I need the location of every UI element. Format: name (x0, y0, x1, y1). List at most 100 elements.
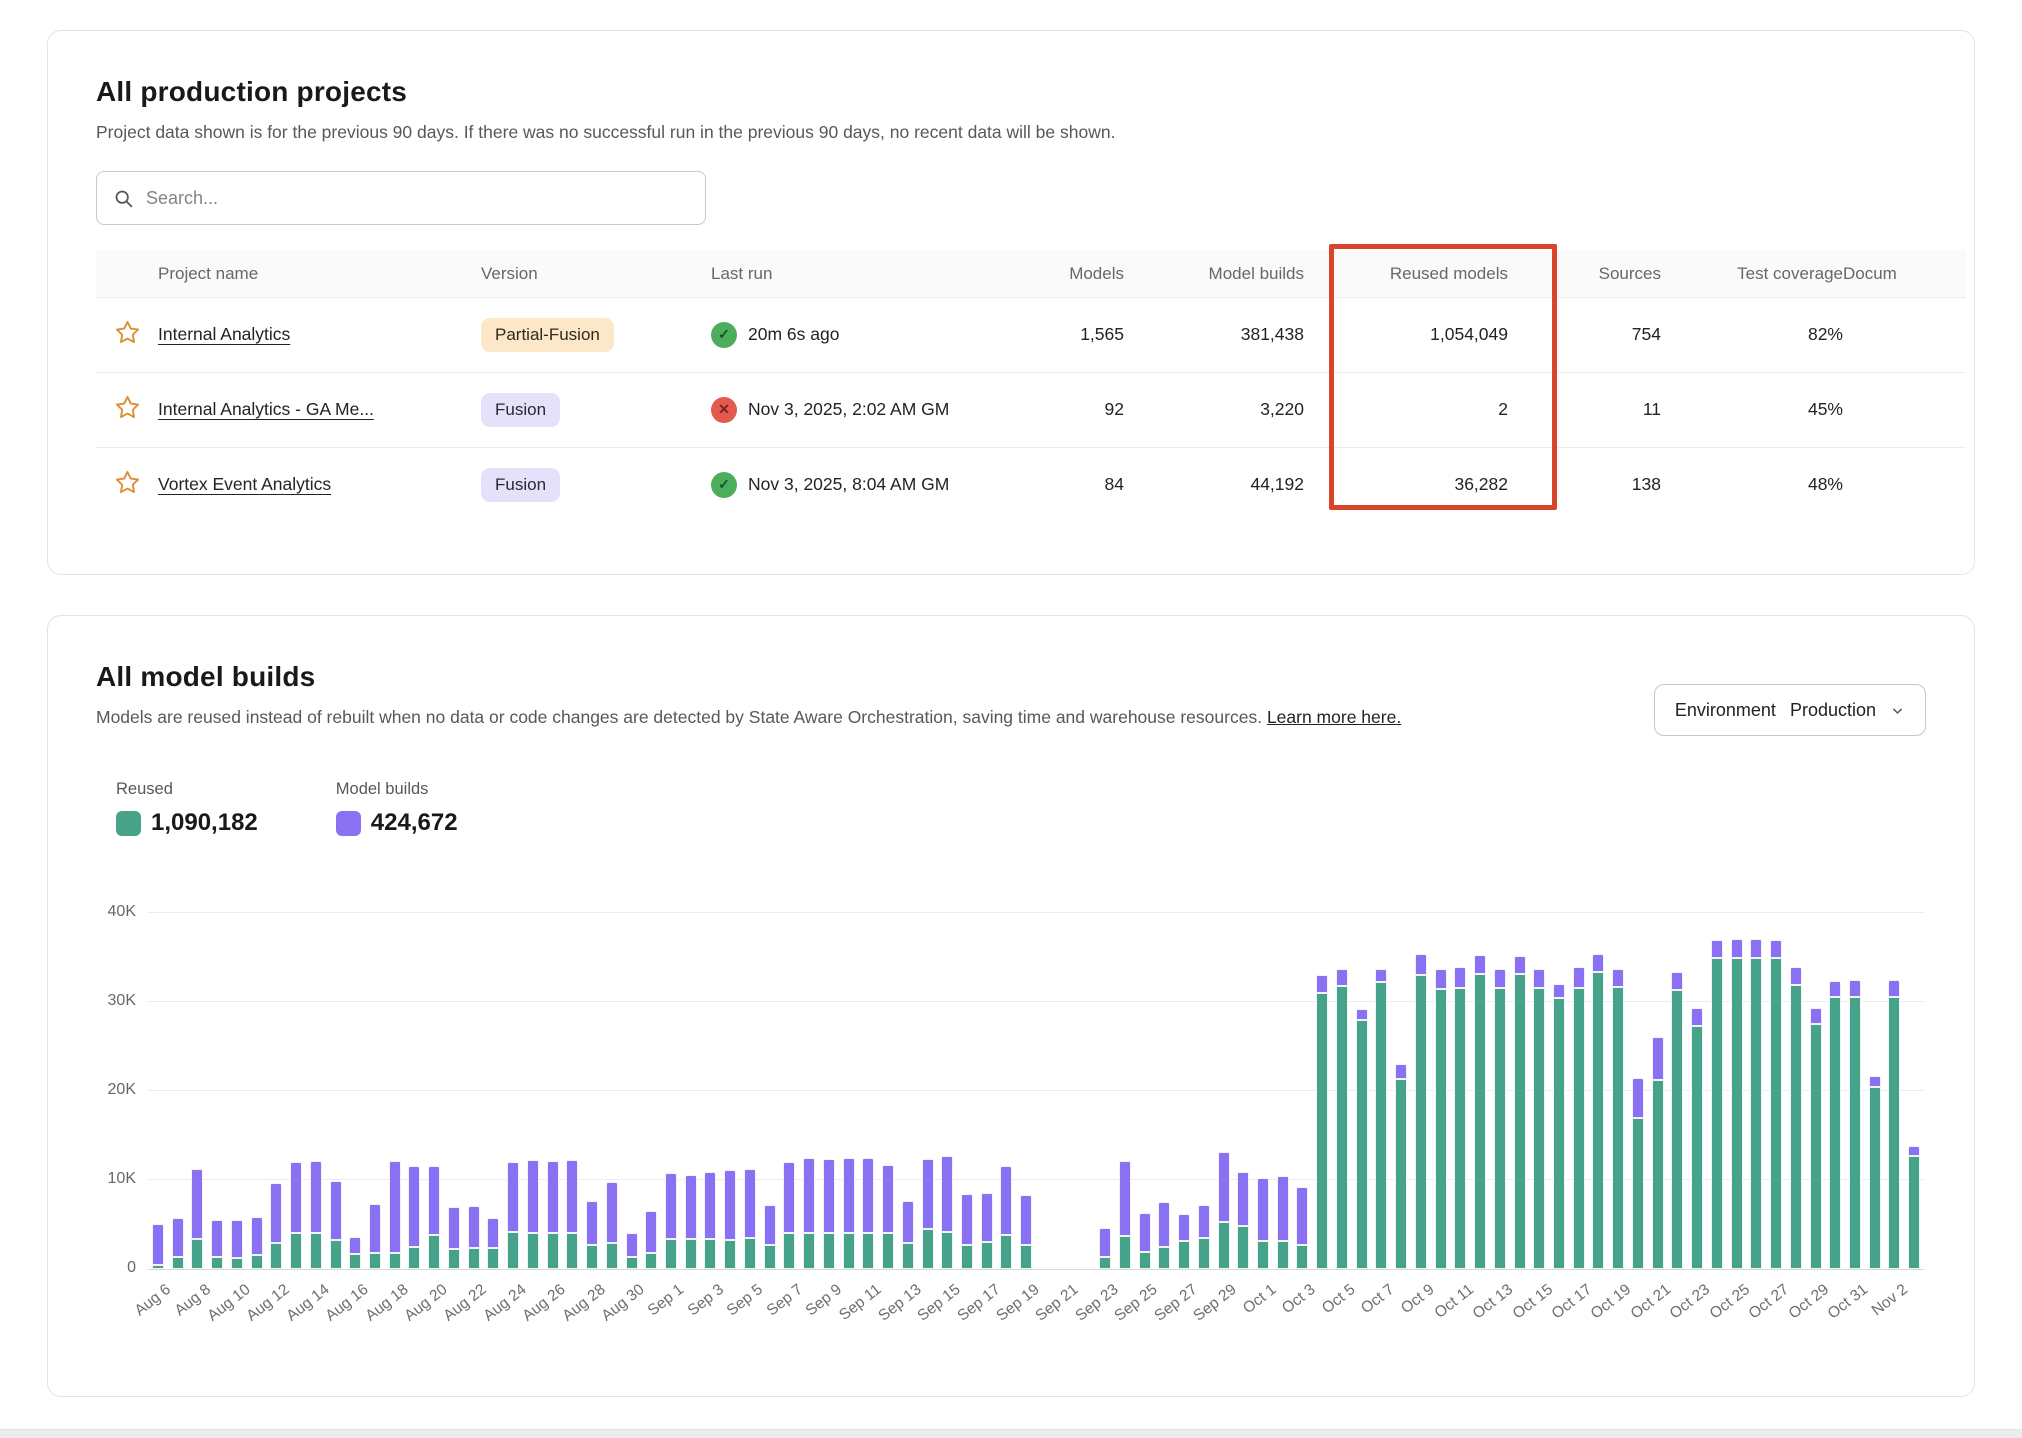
reused-bar-segment[interactable] (1790, 985, 1802, 1269)
reused-bar-segment[interactable] (1178, 1241, 1190, 1270)
model-builds-bar-segment[interactable] (1020, 1195, 1032, 1245)
model-builds-bar-segment[interactable] (1435, 969, 1447, 989)
reused-bar-segment[interactable] (882, 1233, 894, 1269)
model-builds-bar-segment[interactable] (783, 1162, 795, 1232)
model-builds-bar-segment[interactable] (606, 1182, 618, 1243)
model-builds-bar-segment[interactable] (1612, 969, 1624, 987)
reused-bar-segment[interactable] (1514, 974, 1526, 1269)
model-builds-bar-segment[interactable] (1573, 967, 1585, 988)
model-builds-bar-segment[interactable] (468, 1206, 480, 1248)
model-builds-bar-segment[interactable] (1592, 954, 1604, 972)
model-builds-bar-segment[interactable] (1474, 955, 1486, 975)
reused-bar-segment[interactable] (1494, 988, 1506, 1269)
environment-select[interactable]: Environment Production (1654, 684, 1926, 736)
reused-bar-segment[interactable] (428, 1235, 440, 1269)
project-name-link[interactable]: Internal Analytics (158, 324, 290, 344)
model-builds-bar-segment[interactable] (1119, 1161, 1131, 1236)
model-builds-bar-segment[interactable] (645, 1211, 657, 1253)
model-builds-bar-segment[interactable] (1000, 1166, 1012, 1235)
model-builds-bar-segment[interactable] (1869, 1076, 1881, 1087)
reused-bar-segment[interactable] (1020, 1245, 1032, 1269)
reused-bar-segment[interactable] (1553, 998, 1565, 1269)
model-builds-bar-segment[interactable] (349, 1237, 361, 1254)
reused-bar-segment[interactable] (1573, 988, 1585, 1269)
reused-bar-segment[interactable] (1750, 958, 1762, 1270)
model-builds-bar-segment[interactable] (1277, 1176, 1289, 1240)
model-builds-bar-segment[interactable] (1296, 1187, 1308, 1245)
model-builds-bar-segment[interactable] (172, 1218, 184, 1256)
model-builds-bar-segment[interactable] (547, 1161, 559, 1233)
reused-bar-segment[interactable] (922, 1229, 934, 1269)
favorite-star-icon[interactable] (114, 469, 141, 496)
reused-bar-segment[interactable] (468, 1248, 480, 1269)
reused-bar-segment[interactable] (172, 1257, 184, 1270)
reused-bar-segment[interactable] (1356, 1020, 1368, 1269)
reused-bar-segment[interactable] (389, 1253, 401, 1269)
model-builds-bar-segment[interactable] (1099, 1228, 1111, 1257)
reused-bar-segment[interactable] (448, 1249, 460, 1269)
reused-bar-segment[interactable] (1158, 1247, 1170, 1269)
model-builds-bar-segment[interactable] (1829, 981, 1841, 997)
model-builds-bar-segment[interactable] (1356, 1009, 1368, 1020)
model-builds-bar-segment[interactable] (507, 1162, 519, 1231)
model-builds-bar-segment[interactable] (1632, 1078, 1644, 1118)
reused-bar-segment[interactable] (961, 1245, 973, 1269)
model-builds-bar-segment[interactable] (1770, 940, 1782, 958)
model-builds-bar-segment[interactable] (1257, 1178, 1269, 1240)
reused-bar-segment[interactable] (369, 1253, 381, 1269)
model-builds-bar-segment[interactable] (231, 1220, 243, 1258)
reused-bar-segment[interactable] (645, 1253, 657, 1269)
reused-bar-segment[interactable] (626, 1257, 638, 1270)
model-builds-bar-segment[interactable] (1454, 967, 1466, 988)
model-builds-bar-segment[interactable] (389, 1161, 401, 1253)
model-builds-bar-segment[interactable] (290, 1162, 302, 1233)
model-builds-bar-segment[interactable] (408, 1166, 420, 1247)
model-builds-bar-segment[interactable] (1810, 1008, 1822, 1024)
model-builds-bar-segment[interactable] (1415, 954, 1427, 975)
model-builds-bar-segment[interactable] (704, 1172, 716, 1239)
model-builds-bar-segment[interactable] (586, 1201, 598, 1246)
reused-bar-segment[interactable] (547, 1233, 559, 1269)
reused-bar-segment[interactable] (1810, 1024, 1822, 1269)
reused-bar-segment[interactable] (527, 1233, 539, 1270)
model-builds-bar-segment[interactable] (1494, 969, 1506, 988)
model-builds-bar-segment[interactable] (191, 1169, 203, 1238)
table-row[interactable]: Internal Analytics - GA Me... Fusion ✕No… (96, 372, 1966, 447)
reused-bar-segment[interactable] (1435, 989, 1447, 1269)
reused-bar-segment[interactable] (1375, 982, 1387, 1270)
model-builds-bar-segment[interactable] (1750, 939, 1762, 958)
reused-bar-segment[interactable] (1849, 997, 1861, 1269)
reused-bar-segment[interactable] (1711, 958, 1723, 1270)
reused-bar-segment[interactable] (1198, 1238, 1210, 1269)
model-builds-bar-segment[interactable] (941, 1156, 953, 1232)
reused-bar-segment[interactable] (981, 1242, 993, 1269)
reused-bar-segment[interactable] (941, 1232, 953, 1269)
favorite-cell[interactable] (96, 447, 158, 522)
reused-bar-segment[interactable] (744, 1238, 756, 1269)
model-builds-bar-segment[interactable] (448, 1207, 460, 1250)
reused-bar-segment[interactable] (1119, 1236, 1131, 1269)
reused-bar-segment[interactable] (1829, 997, 1841, 1269)
model-builds-bar-segment[interactable] (1908, 1146, 1920, 1156)
model-builds-bar-segment[interactable] (1553, 984, 1565, 998)
model-builds-bar-segment[interactable] (1316, 975, 1328, 993)
reused-bar-segment[interactable] (1612, 987, 1624, 1269)
model-builds-bar-segment[interactable] (1158, 1202, 1170, 1247)
reused-bar-segment[interactable] (251, 1255, 263, 1269)
table-row[interactable]: Vortex Event Analytics Fusion ✓Nov 3, 20… (96, 447, 1966, 522)
reused-bar-segment[interactable] (1336, 986, 1348, 1269)
model-builds-bar-segment[interactable] (1514, 956, 1526, 975)
reused-bar-segment[interactable] (704, 1239, 716, 1269)
reused-bar-segment[interactable] (1888, 997, 1900, 1269)
model-builds-bar-segment[interactable] (882, 1165, 894, 1234)
model-builds-bar-segment[interactable] (270, 1183, 282, 1244)
model-builds-bar-segment[interactable] (981, 1193, 993, 1242)
reused-bar-segment[interactable] (211, 1257, 223, 1269)
model-builds-bar-segment[interactable] (922, 1159, 934, 1229)
reused-bar-segment[interactable] (803, 1233, 815, 1269)
reused-bar-segment[interactable] (1770, 958, 1782, 1270)
model-builds-bar-segment[interactable] (843, 1158, 855, 1234)
model-builds-bar-segment[interactable] (665, 1173, 677, 1239)
model-builds-bar-segment[interactable] (487, 1218, 499, 1247)
project-name-cell[interactable]: Internal Analytics - GA Me... (158, 372, 481, 447)
